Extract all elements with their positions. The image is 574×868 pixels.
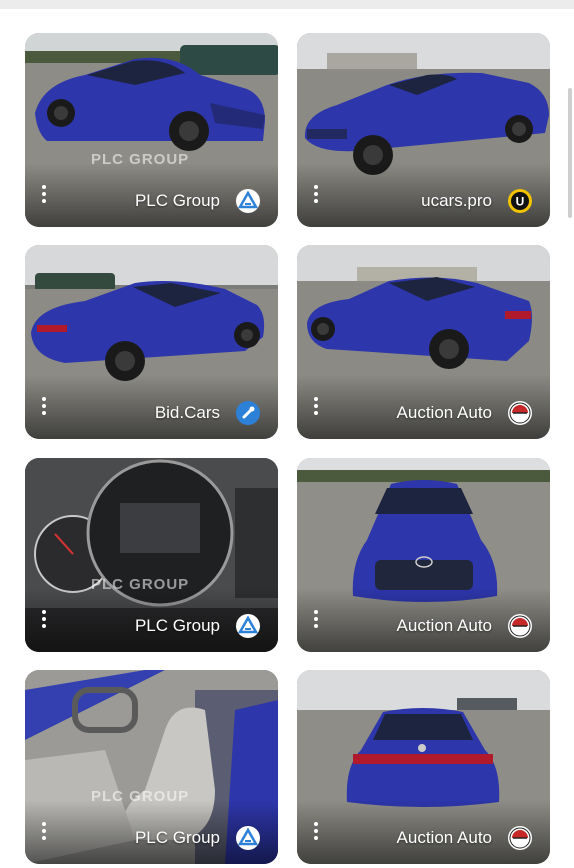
bidcars-logo-icon [236,401,260,425]
source-label: PLC Group [134,828,220,847]
more-options-button[interactable] [37,608,51,630]
source-label: PLC Group [134,616,220,635]
listing-photo-card[interactable]: PLC GROUP PLC Group [25,33,278,227]
more-options-button[interactable] [37,820,51,842]
auction-auto-logo-icon [508,614,532,638]
listing-photo-card[interactable]: Auction Auto [297,245,550,439]
top-bar [0,0,574,9]
listing-photo-card[interactable]: ucars.pro U [297,33,550,227]
more-options-button[interactable] [37,395,51,417]
more-options-button[interactable] [37,183,51,205]
more-options-button[interactable] [309,183,323,205]
source-label: Auction Auto [396,828,492,847]
source-label: Bid.Cars [154,403,220,422]
svg-text:U: U [516,195,525,209]
more-options-button[interactable] [309,820,323,842]
plc-group-logo-icon [236,189,260,213]
auction-auto-logo-icon [508,401,532,425]
auction-auto-logo-icon [508,826,532,850]
ucars-logo-icon: U [508,189,532,213]
plc-group-logo-icon [236,826,260,850]
more-options-button[interactable] [309,395,323,417]
listing-photo-card[interactable]: PLC GROUP PLC Group [25,458,278,652]
plc-group-logo-icon [236,614,260,638]
listing-photo-card[interactable]: Auction Auto [297,670,550,864]
scrollbar[interactable] [568,88,572,218]
listing-photo-card[interactable]: PLC GROUP PLC Group [25,670,278,864]
listing-photo-card[interactable]: Auction Auto [297,458,550,652]
source-label: PLC Group [134,191,220,210]
source-label: ucars.pro [421,191,492,210]
source-label: Auction Auto [396,616,492,635]
more-options-button[interactable] [309,608,323,630]
listing-photo-card[interactable]: Bid.Cars [25,245,278,439]
source-label: Auction Auto [396,403,492,422]
